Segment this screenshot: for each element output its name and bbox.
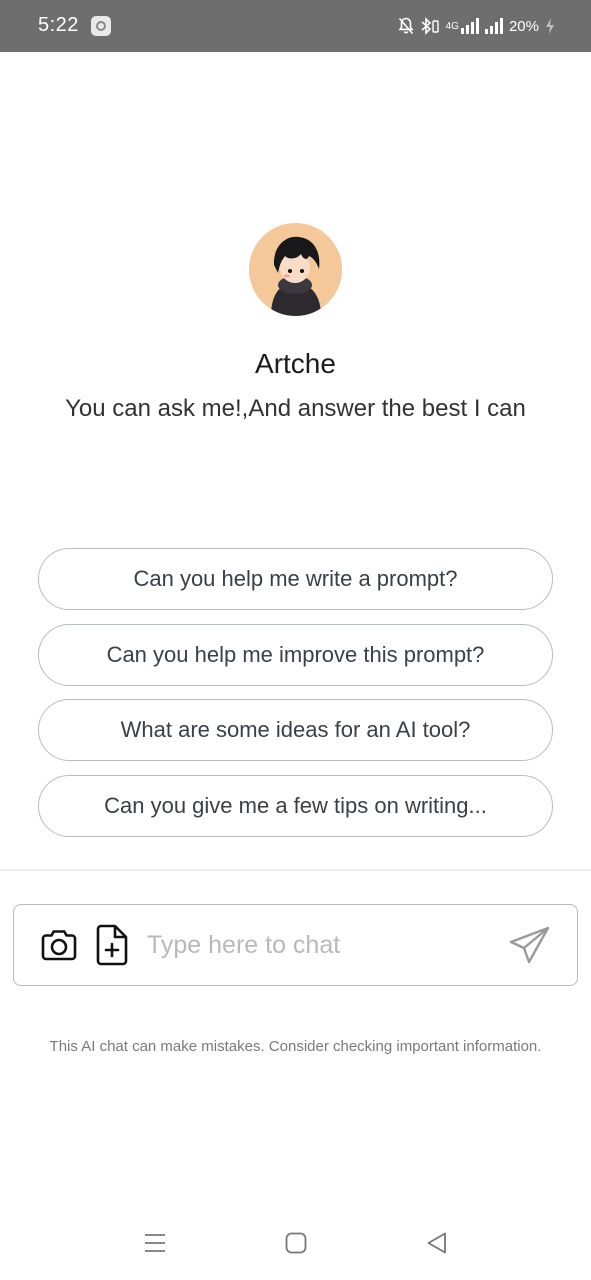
bot-name: Artche [255, 348, 336, 379]
send-button[interactable] [507, 923, 553, 969]
suggestion-improve-prompt[interactable]: Can you help me improve this prompt? [38, 623, 553, 686]
suggestion-write-prompt[interactable]: Can you help me write a prompt? [38, 548, 553, 610]
file-add-icon [96, 924, 128, 966]
camera-button[interactable] [39, 925, 79, 965]
camera-icon [41, 930, 77, 961]
charging-icon [545, 15, 555, 37]
battery-percent: 20% [508, 17, 539, 35]
suggestion-writing-tips[interactable]: Can you give me a few tips on writing... [38, 774, 553, 837]
settings-notification-icon [91, 16, 111, 36]
bot-description: You can ask me!,And answer the best I ca… [65, 395, 526, 422]
home-button[interactable] [281, 1228, 311, 1258]
status-icons: 4G 20% [397, 14, 555, 38]
status-time: 5:22 [38, 14, 79, 36]
menu-icon [145, 1234, 165, 1252]
bell-off-icon [397, 15, 414, 37]
attach-file-button[interactable] [94, 924, 130, 966]
chat-input[interactable] [147, 921, 497, 969]
signal-4g-icon: 4G [446, 15, 479, 37]
chat-input-bar [13, 904, 578, 986]
menu-button[interactable] [140, 1228, 170, 1258]
network-type: 4G [445, 20, 459, 32]
back-icon [427, 1232, 446, 1254]
divider [0, 869, 591, 871]
signal-icon [484, 15, 503, 37]
bot-avatar [249, 223, 342, 316]
send-icon [509, 926, 550, 964]
bluetooth-icon [420, 15, 440, 37]
system-nav-bar [0, 1220, 591, 1268]
suggestion-ai-tool-ideas[interactable]: What are some ideas for an AI tool? [38, 699, 553, 761]
status-bar: 5:22 4G 20% [0, 0, 591, 52]
anime-character-avatar-icon [249, 223, 342, 316]
back-button[interactable] [422, 1228, 452, 1258]
home-icon [285, 1232, 307, 1254]
suggestion-list: Can you help me write a prompt? Can you … [38, 548, 553, 850]
disclaimer-text: This AI chat can make mistakes. Consider… [49, 1038, 542, 1055]
